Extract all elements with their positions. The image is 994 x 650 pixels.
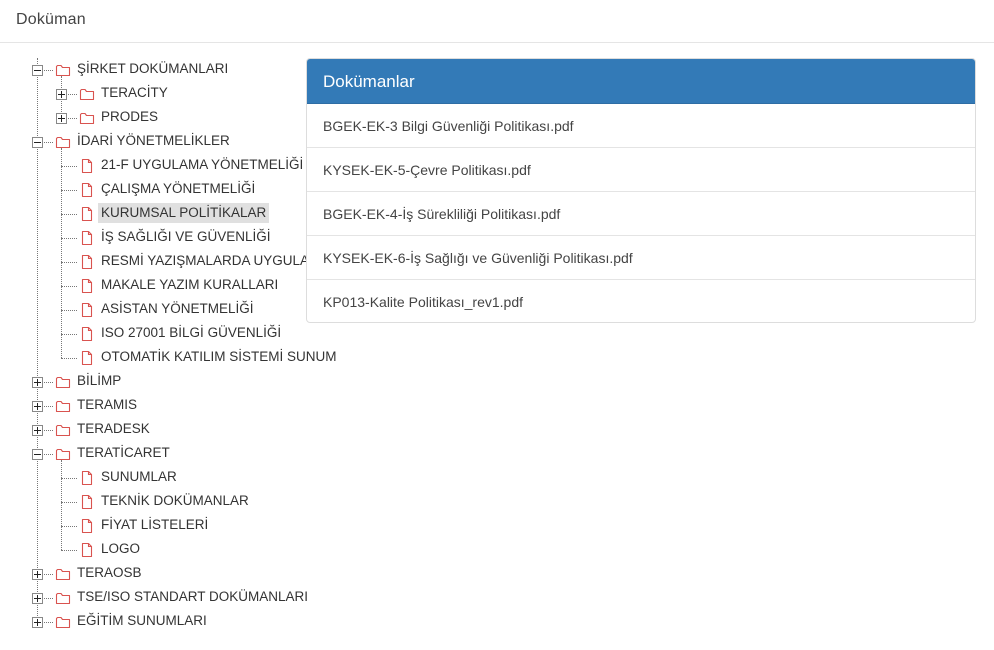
file-icon [79, 182, 95, 198]
folder-icon [55, 62, 71, 78]
tree-node-label[interactable]: LOGO [98, 539, 143, 559]
tree-node-label[interactable]: 21-F UYGULAMA YÖNETMELİĞİ [98, 155, 306, 175]
folder-icon [55, 422, 71, 438]
collapse-toggle-icon[interactable] [32, 137, 43, 148]
tree-node-label[interactable]: TERATİCARET [74, 443, 173, 463]
tree-node-label[interactable]: ÇALIŞMA YÖNETMELİĞİ [98, 179, 258, 199]
tree-node-label[interactable]: TEKNİK DOKÜMANLAR [98, 491, 252, 511]
expand-toggle-icon[interactable] [32, 377, 43, 388]
tree-connector [61, 502, 77, 503]
folder-icon [79, 110, 95, 126]
expand-toggle-icon[interactable] [32, 569, 43, 580]
tree-node-label[interactable]: TERACİTY [98, 83, 171, 103]
document-item[interactable]: BGEK-EK-3 Bilgi Güvenliği Politikası.pdf [307, 104, 975, 148]
expand-toggle-icon[interactable] [56, 113, 67, 124]
expand-toggle-icon[interactable] [56, 89, 67, 100]
folder-icon [55, 566, 71, 582]
expand-toggle-icon[interactable] [32, 401, 43, 412]
expand-toggle-icon[interactable] [32, 425, 43, 436]
tree-connector [61, 286, 77, 287]
tree-node-label[interactable]: ASİSTAN YÖNETMELİĞİ [98, 299, 257, 319]
tree-node-label[interactable]: TERADESK [74, 419, 153, 439]
document-item[interactable]: KYSEK-EK-5-Çevre Politikası.pdf [307, 148, 975, 192]
tree-connector [61, 358, 77, 359]
document-item[interactable]: KYSEK-EK-6-İş Sağlığı ve Güvenliği Polit… [307, 236, 975, 280]
tree-connector [61, 526, 77, 527]
folder-icon [79, 86, 95, 102]
expand-toggle-icon[interactable] [32, 593, 43, 604]
file-icon [79, 470, 95, 486]
tree-node-label[interactable]: BİLİMP [74, 371, 124, 391]
tree-connector [61, 334, 77, 335]
tree-connector [61, 148, 62, 358]
collapse-toggle-icon[interactable] [32, 65, 43, 76]
tree-connector [61, 238, 77, 239]
tree-node-label[interactable]: RESMİ YAZIŞMALARDA UYGULA [98, 251, 312, 271]
expand-toggle-icon[interactable] [32, 617, 43, 628]
tree-node-label[interactable]: KURUMSAL POLİTİKALAR [98, 203, 270, 223]
tree-connector [61, 310, 77, 311]
file-icon [79, 542, 95, 558]
tree-node-label[interactable]: ŞİRKET DOKÜMANLARI [74, 59, 231, 79]
document-list: BGEK-EK-3 Bilgi Güvenliği Politikası.pdf… [307, 104, 975, 322]
folder-icon [55, 446, 71, 462]
tree-node-label[interactable]: EĞİTİM SUNUMLARI [74, 611, 210, 631]
file-icon [79, 278, 95, 294]
tree-node-label[interactable]: MAKALE YAZIM KURALLARI [98, 275, 281, 295]
file-icon [79, 206, 95, 222]
tree-connector [61, 166, 77, 167]
file-icon [79, 350, 95, 366]
folder-icon [55, 134, 71, 150]
tree-node-label[interactable]: TERAMIS [74, 395, 140, 415]
tree-node-label[interactable]: OTOMATİK KATILIM SİSTEMİ SUNUM [98, 347, 340, 367]
tree-node-label[interactable]: FİYAT LİSTELERİ [98, 515, 211, 535]
tree-connector [61, 460, 62, 550]
tree-node-label[interactable]: SUNUMLAR [98, 467, 180, 487]
document-item[interactable]: BGEK-EK-4-İş Sürekliliği Politikası.pdf [307, 192, 975, 236]
tree-node-label[interactable]: İDARİ YÖNETMELİKLER [74, 131, 233, 151]
file-icon [79, 254, 95, 270]
collapse-toggle-icon[interactable] [32, 449, 43, 460]
document-item[interactable]: KP013-Kalite Politikası_rev1.pdf [307, 280, 975, 322]
tree-connector [61, 190, 77, 191]
tree-node-label[interactable]: TSE/ISO STANDART DOKÜMANLARI [74, 587, 311, 607]
tree-node-label[interactable]: PRODES [98, 107, 161, 127]
documents-panel: Dokümanlar BGEK-EK-3 Bilgi Güvenliği Pol… [306, 58, 976, 323]
tree-connector [61, 478, 77, 479]
documents-panel-title: Dokümanlar [307, 59, 975, 104]
folder-icon [55, 590, 71, 606]
tree-node-label[interactable]: TERAOSB [74, 563, 145, 583]
tree-node-label[interactable]: İŞ SAĞLIĞI VE GÜVENLİĞİ [98, 227, 274, 247]
file-icon [79, 158, 95, 174]
file-icon [79, 326, 95, 342]
file-icon [79, 494, 95, 510]
file-icon [79, 230, 95, 246]
folder-icon [55, 614, 71, 630]
tree-node-label[interactable]: ISO 27001 BİLGİ GÜVENLİĞİ [98, 323, 284, 343]
tree-connector [61, 262, 77, 263]
file-icon [79, 518, 95, 534]
tree-connector [61, 214, 77, 215]
tree-connector [61, 550, 77, 551]
folder-icon [55, 398, 71, 414]
file-icon [79, 302, 95, 318]
folder-icon [55, 374, 71, 390]
